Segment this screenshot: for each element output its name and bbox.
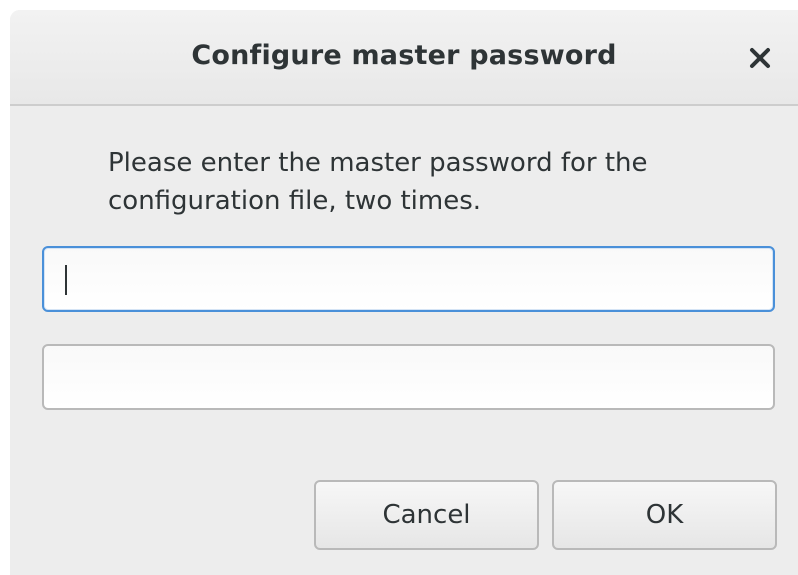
close-button[interactable] [740, 38, 780, 78]
text-caret [65, 265, 67, 295]
password-field[interactable] [42, 246, 775, 312]
dialog-message: Please enter the master password for the… [108, 148, 648, 216]
cancel-button[interactable]: Cancel [314, 480, 539, 550]
dialog-title: Configure master password [191, 40, 617, 71]
ok-button[interactable]: OK [552, 480, 777, 550]
password-confirm-field[interactable] [42, 344, 775, 410]
master-password-dialog: Configure master password Please enter t… [10, 10, 798, 575]
close-icon [750, 48, 770, 68]
title-bar: Configure master password [10, 10, 798, 106]
